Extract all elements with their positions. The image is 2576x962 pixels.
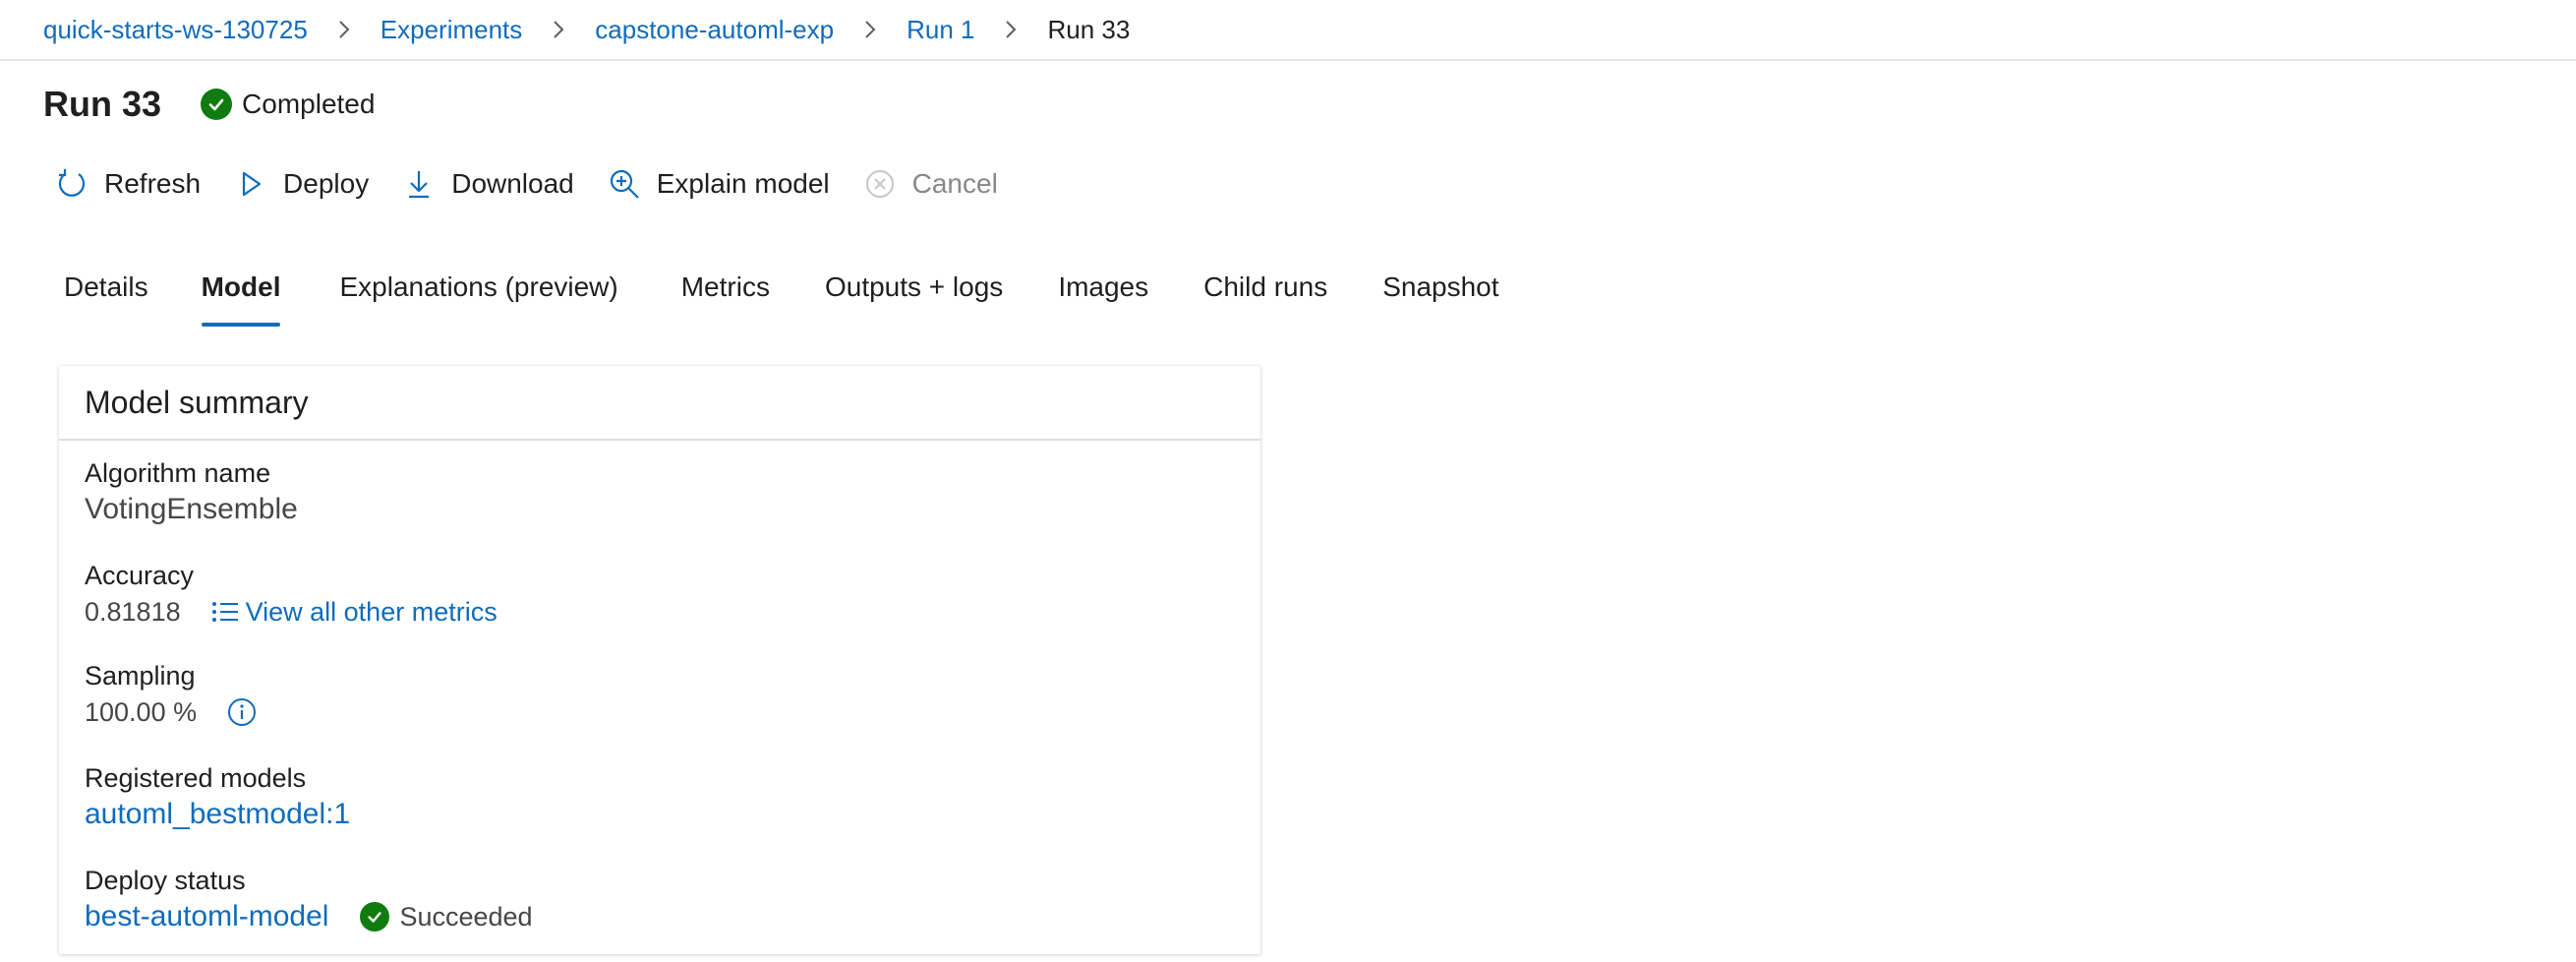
status-text: Completed [242, 89, 376, 119]
accuracy-value: 0.81818 [85, 597, 181, 627]
title-row: Run 33 Completed [43, 79, 375, 130]
breadcrumb-workspace[interactable]: quick-starts-ws-130725 [43, 15, 308, 45]
page-title: Run 33 [43, 84, 162, 124]
tab-model[interactable]: Model [201, 264, 281, 327]
sampling-row: 100.00 % [85, 692, 258, 732]
deployment-link[interactable]: best-automl-model [85, 897, 328, 936]
explain-model-button[interactable]: Explain model [608, 167, 830, 201]
tab-metrics[interactable]: Metrics [681, 264, 770, 327]
chevron-right-icon [548, 19, 569, 40]
breadcrumb-current: Run 33 [1047, 14, 1131, 44]
view-all-metrics-label: View all other metrics [245, 597, 498, 627]
tab-snapshot[interactable]: Snapshot [1382, 264, 1498, 327]
registered-models-field: Registered models automl_bestmodel:1 [85, 761, 350, 834]
check-circle-icon [360, 902, 390, 932]
download-button[interactable]: Download [402, 167, 574, 201]
sampling-value: 100.00 % [85, 697, 198, 727]
status-badge: Completed [201, 89, 375, 120]
algorithm-value: VotingEnsemble [85, 493, 298, 525]
breadcrumb-experiment[interactable]: capstone-automl-exp [595, 15, 834, 45]
breadcrumb: quick-starts-ws-130725 Experiments capst… [43, 0, 1130, 59]
chevron-right-icon [859, 19, 881, 40]
bulleted-list-icon [211, 602, 238, 622]
tab-label: Images [1058, 271, 1149, 302]
registered-model-link[interactable]: automl_bestmodel:1 [85, 795, 350, 834]
deploy-status-badge: Succeeded [360, 897, 533, 936]
zoom-in-icon [608, 167, 641, 201]
accuracy-row: 0.81818 View all other metrics [85, 592, 498, 631]
tab-label: Explanations (preview) [339, 271, 618, 302]
cancel-icon [863, 167, 897, 201]
tab-details[interactable]: Details [64, 264, 148, 327]
command-bar: Refresh Deploy Download Explain model Ca… [55, 159, 1031, 209]
refresh-label: Refresh [104, 168, 202, 199]
tab-explanations[interactable]: Explanations (preview) [339, 264, 617, 327]
explain-model-label: Explain model [656, 168, 830, 199]
refresh-button[interactable]: Refresh [55, 167, 201, 201]
header-divider [0, 59, 2576, 61]
sampling-label: Sampling [85, 661, 196, 691]
breadcrumb-experiments[interactable]: Experiments [381, 15, 523, 45]
chevron-right-icon [1000, 19, 1022, 40]
tab-label: Metrics [680, 271, 770, 302]
algorithm-label: Algorithm name [85, 458, 271, 488]
breadcrumb-parent-run[interactable]: Run 1 [907, 15, 974, 45]
deploy-status-row: best-automl-model Succeeded [85, 897, 533, 936]
chevron-right-icon [333, 19, 355, 40]
tab-label: Child runs [1203, 271, 1328, 302]
play-icon [234, 167, 267, 201]
cancel-label: Cancel [911, 168, 998, 199]
tab-label: Model [201, 271, 281, 302]
info-icon[interactable] [226, 696, 258, 728]
deploy-label: Deploy [283, 168, 370, 199]
tab-label: Snapshot [1382, 271, 1499, 302]
tab-outputs-logs[interactable]: Outputs + logs [825, 264, 1003, 327]
download-label: Download [451, 168, 574, 199]
refresh-icon [55, 167, 88, 201]
model-summary-card: Model summary Algorithm name VotingEnsem… [59, 366, 1260, 954]
tab-child-runs[interactable]: Child runs [1203, 264, 1327, 327]
cancel-button[interactable]: Cancel [863, 167, 998, 201]
download-icon [402, 167, 436, 201]
card-title: Model summary [59, 366, 1260, 441]
deploy-status-field: Deploy status best-automl-model Succeede… [85, 864, 533, 936]
sampling-field: Sampling 100.00 % [85, 659, 258, 732]
deploy-status-label: Deploy status [85, 866, 246, 895]
tab-images[interactable]: Images [1058, 264, 1148, 327]
view-all-metrics-link[interactable]: View all other metrics [210, 592, 498, 631]
tab-list: Details Model Explanations (preview) Met… [64, 264, 1499, 334]
tab-label: Details [64, 271, 148, 302]
accuracy-field: Accuracy 0.81818 View all other metrics [85, 559, 498, 631]
algorithm-field: Algorithm name VotingEnsemble [85, 456, 298, 529]
check-circle-icon [201, 89, 233, 120]
deploy-status-text: Succeeded [399, 902, 533, 932]
registered-models-label: Registered models [85, 763, 307, 793]
accuracy-label: Accuracy [85, 561, 195, 590]
registered-models-row: automl_bestmodel:1 [85, 795, 350, 834]
tab-label: Outputs + logs [824, 271, 1004, 302]
deploy-button[interactable]: Deploy [234, 167, 369, 201]
